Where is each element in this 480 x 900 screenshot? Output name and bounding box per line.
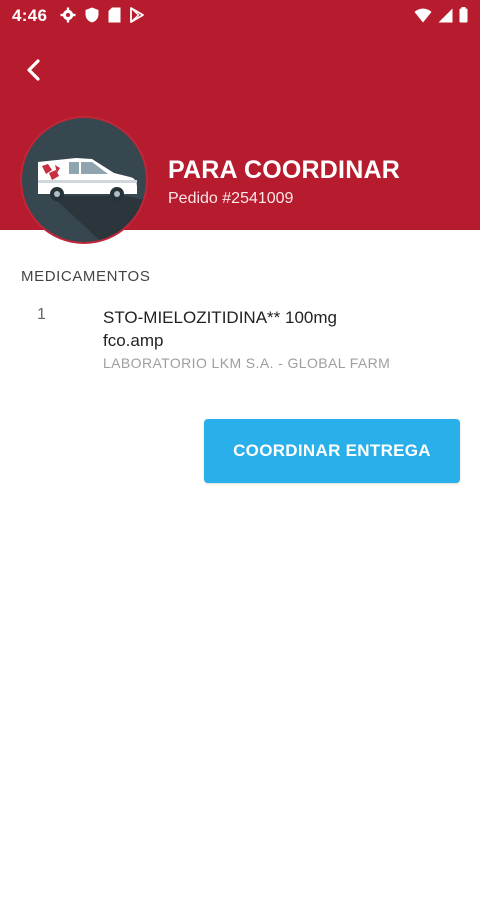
status-bar: 4:46 — [0, 0, 480, 30]
battery-icon — [459, 7, 468, 23]
delivery-avatar — [20, 116, 148, 244]
item-name: STO-MIELOZITIDINA** 100mg fco.amp — [103, 306, 443, 352]
play-store-icon — [130, 7, 144, 23]
gear-icon — [60, 7, 76, 23]
status-icons-right — [414, 7, 468, 23]
section-label-medications: MEDICAMENTOS — [21, 268, 151, 285]
status-icons-left — [60, 7, 144, 23]
item-laboratory: LABORATORIO LKM S.A. - GLOBAL FARM — [103, 355, 391, 371]
sd-card-icon — [108, 7, 121, 23]
chevron-left-icon — [27, 59, 40, 81]
item-name-line1: STO-MIELOZITIDINA** 100mg — [103, 308, 337, 327]
item-quantity: 1 — [37, 306, 46, 323]
order-number: Pedido #2541009 — [168, 190, 294, 207]
status-time: 4:46 — [12, 6, 48, 25]
back-button[interactable] — [14, 50, 54, 90]
wifi-icon — [414, 8, 432, 22]
avatar-circle — [22, 118, 146, 242]
page-title: PARA COORDINAR — [168, 156, 400, 184]
delivery-van-icon — [38, 158, 146, 242]
signal-icon — [438, 8, 453, 22]
coordinate-delivery-button[interactable]: COORDINAR ENTREGA — [204, 419, 460, 483]
shield-icon — [85, 7, 99, 23]
item-name-line2: fco.amp — [103, 331, 164, 350]
